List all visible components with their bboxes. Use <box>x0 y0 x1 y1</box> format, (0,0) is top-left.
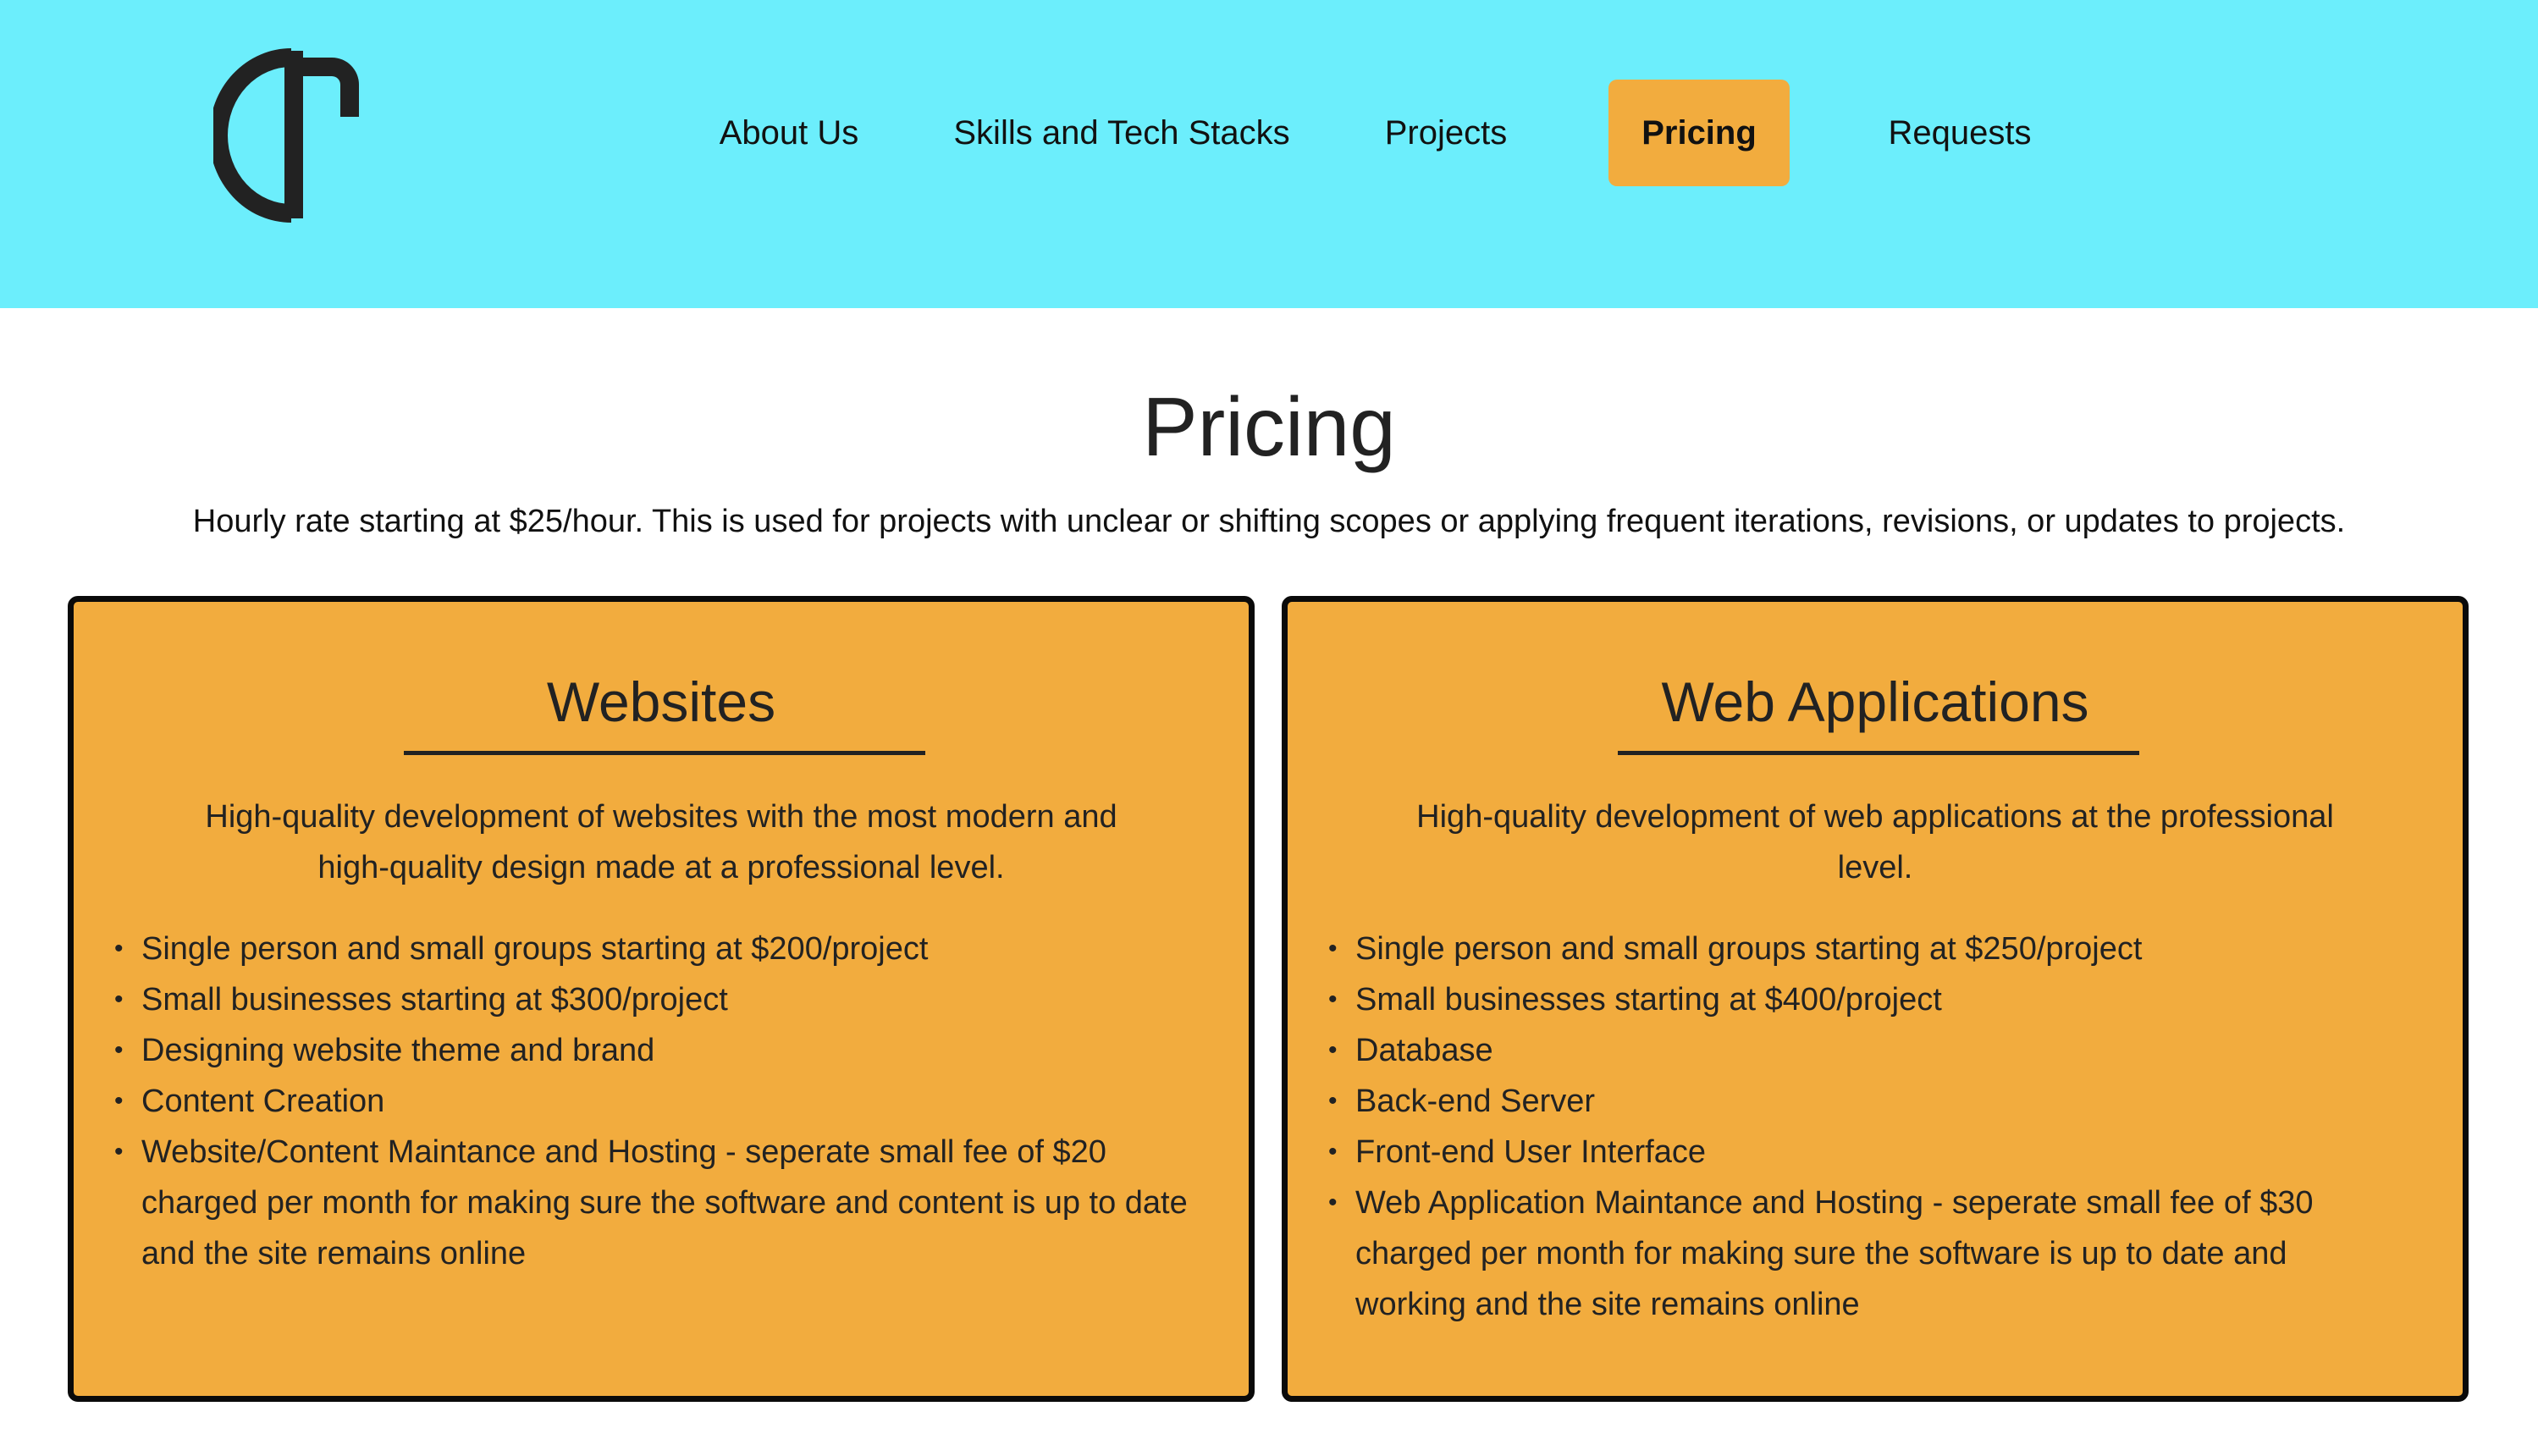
main-nav: About Us Skills and Tech Stacks Projects… <box>0 80 2538 188</box>
list-item: • Web Application Maintance and Hosting -… <box>1328 1177 2403 1330</box>
list-item: • Single person and small groups starting… <box>1328 924 2403 974</box>
list-item-text: Web Application Maintance and Hosting - … <box>1355 1185 2314 1322</box>
list-item: • Content Creation <box>114 1076 1189 1127</box>
hourly-rate-intro: Hourly rate starting at $25/hour. This i… <box>192 504 2346 539</box>
list-item-text: Database <box>1355 1033 1493 1068</box>
bullet-icon: • <box>1328 1036 1338 1064</box>
list-item-text: Front-end User Interface <box>1355 1134 1706 1170</box>
bullet-icon: • <box>1328 935 1338 962</box>
page-title: Pricing <box>1142 380 1396 473</box>
list-item: • Designing website theme and brand <box>114 1025 1189 1076</box>
bullet-icon: • <box>114 985 124 1013</box>
title-underline <box>1618 751 2139 755</box>
list-item: • Small businesses starting at $300/proje… <box>114 974 1189 1025</box>
bullet-icon: • <box>1328 985 1338 1013</box>
list-item: • Back-end Server <box>1328 1076 2403 1127</box>
nav-projects[interactable]: Projects <box>1361 80 1531 186</box>
list-item: • Front-end User Interface <box>1328 1127 2403 1177</box>
bullet-icon: • <box>114 1138 124 1166</box>
nav-requests[interactable]: Requests <box>1866 80 2054 186</box>
bullet-icon: • <box>1328 1138 1338 1166</box>
feature-list: • Single person and small groups starting… <box>1328 924 2403 1330</box>
list-item-text: Single person and small groups starting … <box>141 931 929 967</box>
list-item: • Website/Content Maintance and Hosting -… <box>114 1127 1189 1279</box>
bullet-icon: • <box>1328 1087 1338 1115</box>
list-item: • Single person and small groups starting… <box>114 924 1189 974</box>
nav-skills-and-tech-stacks[interactable]: Skills and Tech Stacks <box>940 80 1304 186</box>
list-item-text: Single person and small groups starting … <box>1355 931 2143 967</box>
card-title: Websites <box>546 670 776 733</box>
list-item-text: Designing website theme and brand <box>141 1033 655 1068</box>
bullet-icon: • <box>1328 1189 1338 1216</box>
bullet-icon: • <box>114 1087 124 1115</box>
site-header: About Us Skills and Tech Stacks Projects… <box>0 0 2538 308</box>
web-applications-pricing-card: Web Applications High-quality developmen… <box>1282 596 2469 1402</box>
feature-list: • Single person and small groups starting… <box>114 924 1189 1279</box>
card-description: High-quality development of websites wit… <box>205 799 1117 885</box>
nav-about-us[interactable]: About Us <box>696 80 882 186</box>
list-item-text: Content Creation <box>141 1084 385 1119</box>
card-description: High-quality development of web applicat… <box>1416 799 2334 885</box>
list-item-text: Back-end Server <box>1355 1084 1596 1119</box>
bullet-icon: • <box>114 1036 124 1064</box>
card-title: Web Applications <box>1661 670 2089 733</box>
websites-pricing-card: Websites High-quality development of web… <box>68 596 1255 1402</box>
bullet-icon: • <box>114 935 124 962</box>
title-underline <box>404 751 925 755</box>
list-item-text: Website/Content Maintance and Hosting - … <box>141 1134 1188 1271</box>
nav-pricing[interactable]: Pricing <box>1608 80 1790 186</box>
list-item: • Small businesses starting at $400/proje… <box>1328 974 2403 1025</box>
list-item: • Database <box>1328 1025 2403 1076</box>
list-item-text: Small businesses starting at $400/projec… <box>1355 982 1942 1018</box>
list-item-text: Small businesses starting at $300/projec… <box>141 982 728 1018</box>
